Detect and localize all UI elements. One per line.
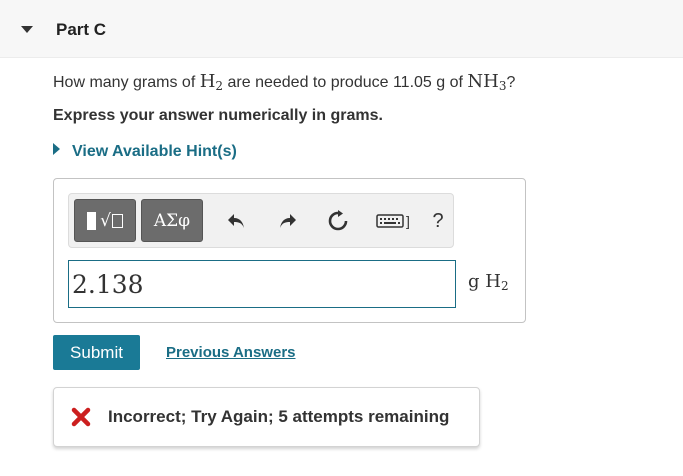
reset-icon	[328, 210, 348, 231]
incorrect-x-icon	[71, 407, 91, 427]
math-toolbar: √ ΑΣφ] ?	[68, 193, 454, 248]
product-formula: NH3	[467, 71, 507, 93]
reactant-subscript: 2	[215, 79, 224, 93]
keyboard-icon	[376, 214, 404, 228]
product-element: NH	[467, 71, 499, 92]
template-square-icon	[87, 211, 97, 230]
hint-label: View Available Hint(s)	[72, 143, 237, 160]
templates-button[interactable]: √	[74, 199, 136, 242]
product-subscript: 3	[498, 79, 507, 93]
collapse-caret-icon[interactable]	[21, 26, 33, 33]
undo-icon	[228, 214, 244, 228]
part-header[interactable]: Part C	[0, 0, 683, 58]
help-button[interactable]: ?	[425, 207, 451, 235]
view-hints-link[interactable]: View Available Hint(s)	[53, 143, 237, 161]
undo-button[interactable]	[223, 207, 249, 235]
reactant-formula: H2	[199, 71, 224, 93]
expand-triangle-icon	[53, 143, 60, 155]
unit-subscript: 2	[500, 279, 509, 293]
feedback-box: Incorrect; Try Again; 5 attempts remaini…	[53, 387, 480, 447]
instruction-text: Express your answer numerically in grams…	[53, 107, 383, 124]
keyboard-button[interactable]: ]	[375, 207, 411, 235]
redo-button[interactable]	[275, 207, 301, 235]
redo-icon	[280, 214, 296, 228]
feedback-message: Incorrect; Try Again; 5 attempts remaini…	[108, 407, 450, 426]
previous-answers-link[interactable]: Previous Answers	[166, 344, 296, 361]
square-root-icon: √	[100, 210, 111, 231]
answer-panel: √ ΑΣφ] ? 2.138 g H2	[53, 178, 526, 323]
keyboard-bracket: ]	[406, 213, 410, 229]
answer-input[interactable]	[68, 260, 456, 308]
part-title: Part C	[56, 20, 107, 39]
submit-button[interactable]: Submit	[53, 335, 140, 370]
question-prefix: How many grams of	[53, 74, 200, 91]
reset-button[interactable]	[325, 207, 351, 235]
answer-unit: g H2	[468, 271, 509, 293]
question-text: How many grams of H2 are needed to produ…	[53, 71, 515, 93]
template-box-icon	[111, 213, 123, 228]
unit-prefix: g	[468, 271, 486, 292]
question-suffix: ?	[506, 74, 516, 91]
symbols-button[interactable]: ΑΣφ	[141, 199, 203, 242]
reactant-element: H	[199, 71, 216, 92]
question-middle: are needed to produce 11.05 g of	[223, 74, 468, 91]
unit-element: H	[485, 271, 501, 292]
